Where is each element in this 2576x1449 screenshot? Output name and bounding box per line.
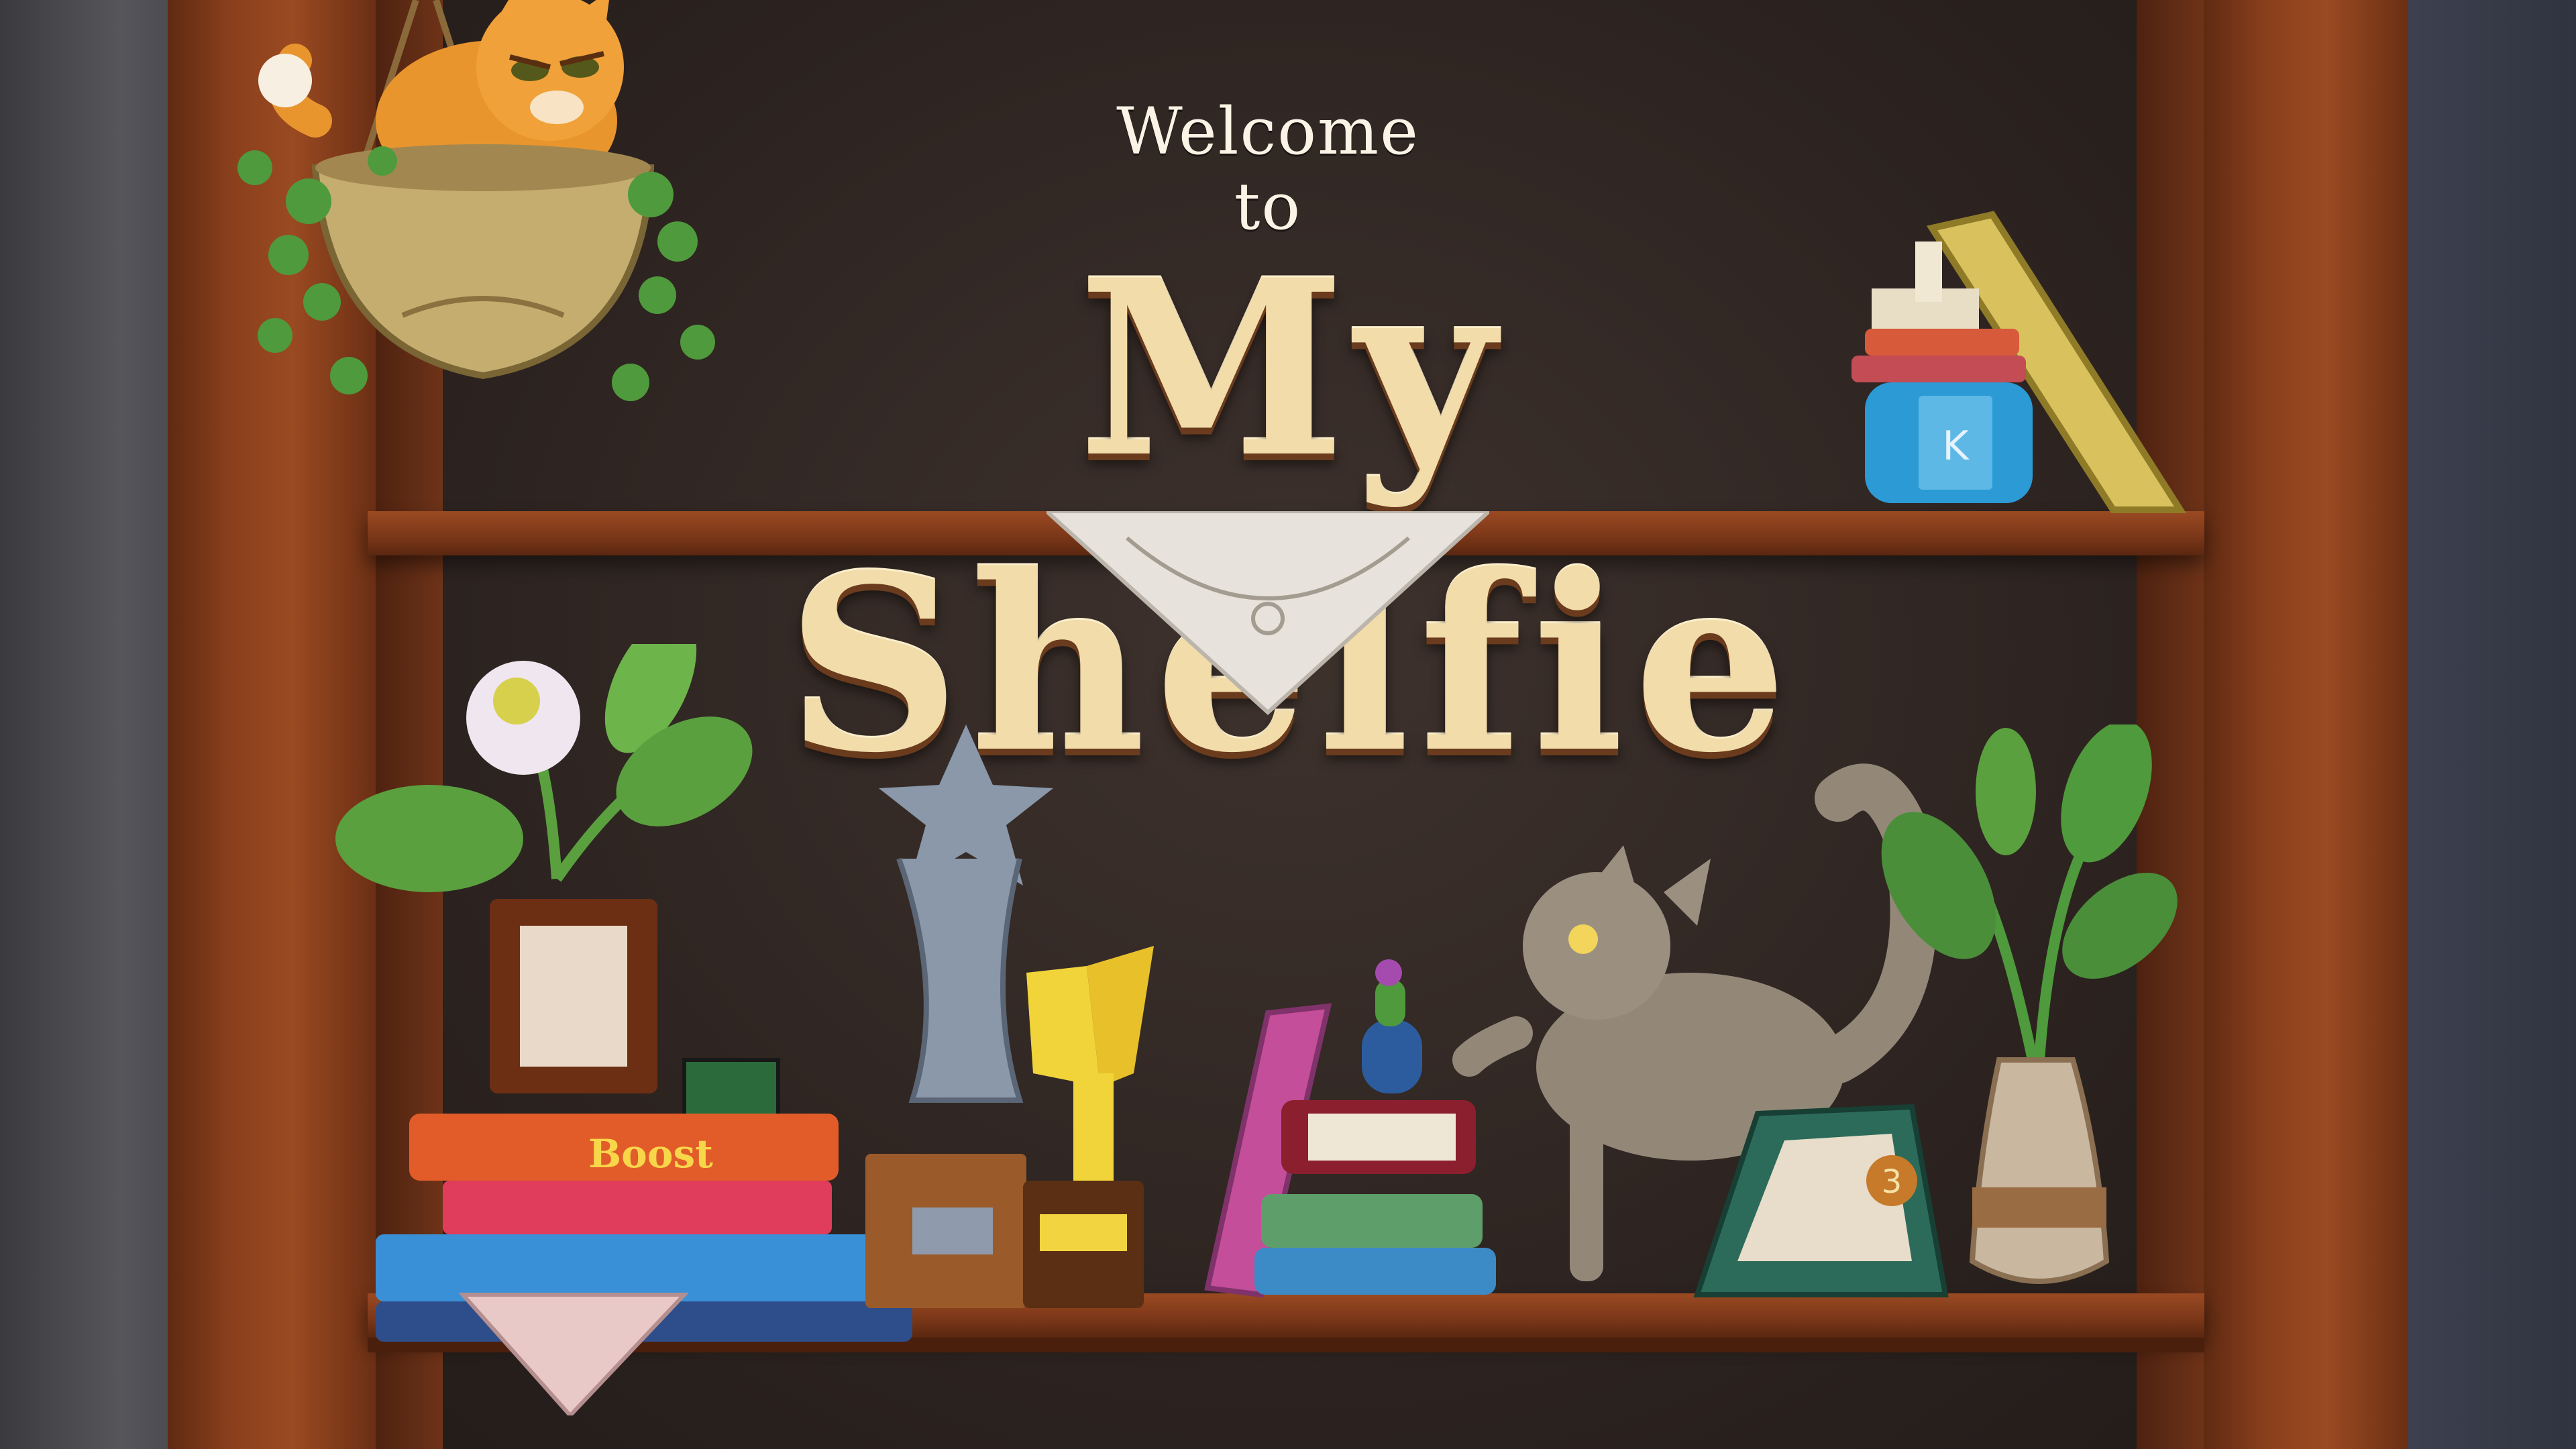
book-spine-label: K bbox=[1942, 423, 1970, 470]
top-right-book-stack[interactable]: K bbox=[1838, 208, 2194, 517]
blue-book-icon: K bbox=[1865, 382, 2033, 503]
box-label: Boost bbox=[588, 1131, 713, 1177]
cactus-icon bbox=[1362, 959, 1422, 1093]
bottom-right-items[interactable]: 3 bbox=[1167, 724, 2187, 1308]
medal-number: 3 bbox=[1882, 1163, 1902, 1201]
flower-icon bbox=[335, 644, 753, 892]
game-title-logo: My Shelfie bbox=[786, 227, 1787, 806]
book-stack-icon bbox=[1254, 1100, 1496, 1295]
shelf-right-post bbox=[2204, 0, 2408, 1449]
game-boxes-icon: Boost bbox=[409, 1114, 839, 1234]
pot-icon bbox=[311, 144, 655, 380]
photo-frame-icon bbox=[490, 899, 657, 1093]
top-shelf-doily bbox=[1046, 511, 1489, 716]
small-book-stack-icon bbox=[1851, 329, 2026, 382]
pink-doily-icon bbox=[458, 1293, 689, 1415]
book-trophy-icon bbox=[1023, 946, 1154, 1308]
hanging-plant-with-cat[interactable] bbox=[215, 0, 765, 456]
trophies[interactable] bbox=[832, 724, 1181, 1308]
